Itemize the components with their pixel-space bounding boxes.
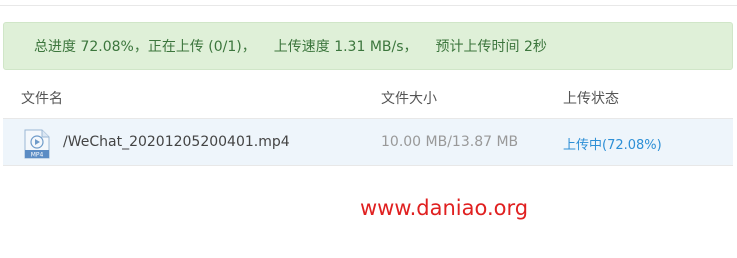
file-size: 10.00 MB/13.87 MB [381,134,519,150]
header-file-size: 文件大小 [381,91,437,107]
mp4-file-icon: MP4 [24,129,50,159]
table-row[interactable]: MP4 /WeChat_20201205200401.mp4 10.00 MB/… [3,119,733,166]
overall-progress-text: 总进度 72.08%，正在上传 (0/1)， [34,39,256,55]
header-file-name: 文件名 [21,91,63,107]
header-upload-status: 上传状态 [563,91,619,107]
estimated-time-text: 预计上传时间 2秒 [435,39,547,55]
top-divider [0,0,737,6]
mp4-icon-label: MP4 [31,152,44,159]
file-name: /WeChat_20201205200401.mp4 [63,134,290,150]
watermark-text: www.daniao.org [360,196,529,220]
upload-status: 上传中(72.08%) [563,138,662,153]
upload-speed-text: 上传速度 1.31 MB/s， [273,39,418,55]
upload-progress-banner: 总进度 72.08%，正在上传 (0/1)， 上传速度 1.31 MB/s， 预… [3,22,733,70]
upload-table-header: 文件名 文件大小 上传状态 [3,72,733,119]
